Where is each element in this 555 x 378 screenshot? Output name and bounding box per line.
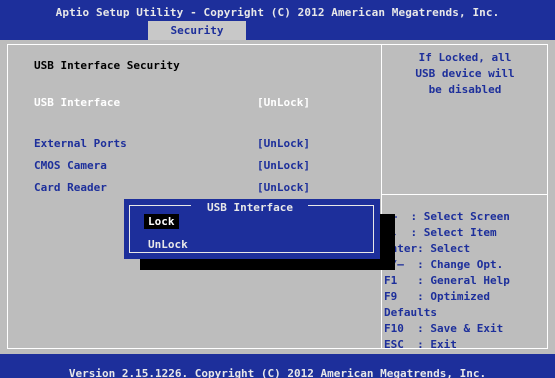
setting-label: USB Interface [34,96,121,109]
popup-border-top-right [308,205,374,206]
popup-title: USB Interface [206,201,294,214]
key-hint: F1 : General Help [384,274,510,287]
usb-interface-popup: USB Interface Lock UnLock [124,199,380,259]
setting-value[interactable]: [UnLock] [257,159,310,172]
section-title: USB Interface Security [34,59,180,72]
option-unlock[interactable]: UnLock [144,237,192,252]
setting-label: External Ports [34,137,127,150]
header-bar: Aptio Setup Utility - Copyright (C) 2012… [0,0,555,40]
key-hint: ESC : Exit [384,338,457,351]
setting-row-card-reader[interactable]: Card Reader [UnLock] [34,181,374,197]
vertical-divider [381,44,382,349]
footer-text: Version 2.15.1226. Copyright (C) 2012 Am… [68,367,487,378]
popup-border-top-left [129,205,191,206]
footer-bar: Version 2.15.1226. Copyright (C) 2012 Am… [0,354,555,378]
help-divider [382,194,548,195]
key-legend: →← : Select Screen ↑↓ : Select Item Ente… [384,209,548,353]
tab-security[interactable]: Security [148,21,246,40]
key-hint: F9 : Optimized [384,290,490,303]
setting-row-usb-interface[interactable]: USB Interface [UnLock] [34,96,374,112]
main-panel: USB Interface Security USB Interface [Un… [0,40,555,354]
help-text: If Locked, all USB device will be disabl… [415,51,515,96]
key-hint: +/— : Change Opt. [384,258,504,271]
app-title: Aptio Setup Utility - Copyright (C) 2012… [55,6,500,19]
setting-row-external-ports[interactable]: External Ports [UnLock] [34,137,374,153]
setting-value[interactable]: [UnLock] [257,181,310,194]
key-hint: Defaults [384,306,437,319]
setting-value[interactable]: [UnLock] [257,137,310,150]
key-hint: F10 : Save & Exit [384,322,504,335]
option-lock[interactable]: Lock [144,214,179,229]
key-hint: ↑↓ : Select Item [384,226,497,239]
setting-row-cmos-camera[interactable]: CMOS Camera [UnLock] [34,159,374,175]
setting-label: CMOS Camera [34,159,107,172]
setting-value[interactable]: [UnLock] [257,96,310,109]
key-hint: →← : Select Screen [384,210,510,223]
setting-label: Card Reader [34,181,107,194]
key-hint: Enter: Select [384,242,471,255]
